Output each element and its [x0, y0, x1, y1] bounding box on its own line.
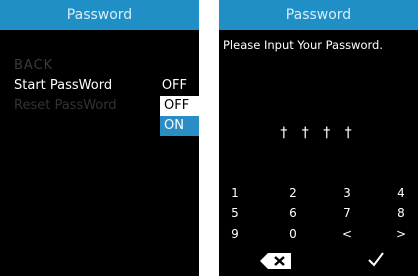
- dropdown-option-on[interactable]: ON: [160, 116, 199, 136]
- password-settings-screen: Password BACK Start PassWord OFF Reset P…: [0, 0, 199, 276]
- password-input-screen: Password Please Input Your Password. † †…: [219, 0, 418, 276]
- screen-title: Password: [0, 0, 199, 30]
- dropdown-option-off[interactable]: OFF: [160, 96, 199, 116]
- key-5[interactable]: 5: [225, 206, 245, 220]
- masked-password-display: † † † †: [280, 125, 357, 141]
- start-password-menu-item[interactable]: Start PassWord: [14, 78, 112, 93]
- key-4[interactable]: 4: [391, 186, 411, 200]
- backspace-icon[interactable]: [259, 252, 293, 270]
- key-6[interactable]: 6: [283, 206, 303, 220]
- key-0[interactable]: 0: [283, 227, 303, 241]
- key-1[interactable]: 1: [225, 186, 245, 200]
- password-prompt: Please Input Your Password.: [223, 38, 383, 52]
- key-left-arrow[interactable]: <: [337, 227, 357, 241]
- key-7[interactable]: 7: [337, 206, 357, 220]
- screen-title: Password: [219, 0, 418, 30]
- key-8[interactable]: 8: [391, 206, 411, 220]
- key-2[interactable]: 2: [283, 186, 303, 200]
- key-9[interactable]: 9: [225, 227, 245, 241]
- back-menu-item[interactable]: BACK: [14, 58, 53, 73]
- start-password-value: OFF: [161, 78, 187, 93]
- key-3[interactable]: 3: [337, 186, 357, 200]
- key-right-arrow[interactable]: >: [391, 227, 411, 241]
- check-icon[interactable]: [367, 251, 385, 271]
- reset-password-menu-item[interactable]: Reset PassWord: [14, 98, 117, 113]
